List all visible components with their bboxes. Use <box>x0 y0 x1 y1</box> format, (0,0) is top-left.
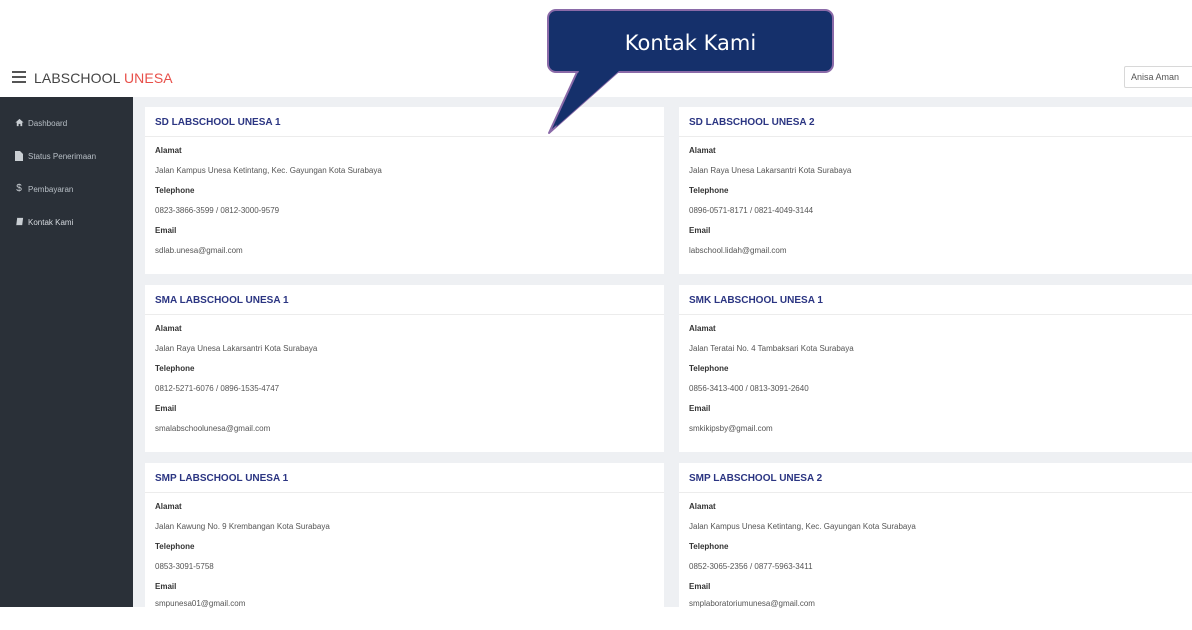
address-label: Alamat <box>689 502 716 511</box>
brand-main-text: LABSCHOOL <box>34 70 120 86</box>
email-label: Email <box>689 582 711 591</box>
sidebar-item-kontak-kami[interactable]: Kontak Kami <box>0 214 133 234</box>
user-menu-button[interactable]: Anisa Aman <box>1124 66 1192 88</box>
sidebar-item-label: Dashboard <box>28 119 68 128</box>
phone-label: Telephone <box>689 186 729 195</box>
email-value: labschool.lidah@gmail.com <box>689 246 787 255</box>
address-value: Jalan Kampus Unesa Ketintang, Kec. Gayun… <box>155 166 382 175</box>
address-value: Jalan Teratai No. 4 Tambaksari Kota Sura… <box>689 344 854 353</box>
brand-logo[interactable]: LABSCHOOL UNESA <box>34 70 173 86</box>
phone-label: Telephone <box>155 186 195 195</box>
card-divider <box>679 136 1192 137</box>
home-icon <box>14 118 24 128</box>
card-title: SMP LABSCHOOL UNESA 2 <box>689 473 823 484</box>
email-label: Email <box>689 404 711 413</box>
dollar-icon: $ <box>16 183 22 194</box>
email-label: Email <box>155 226 177 235</box>
address-label: Alamat <box>155 502 182 511</box>
school-card-smk-1: SMK LABSCHOOL UNESA 1 Alamat Jalan Terat… <box>679 285 1192 452</box>
card-title: SD LABSCHOOL UNESA 2 <box>689 117 815 128</box>
brand-accent-text: UNESA <box>123 70 173 86</box>
sidebar-item-pembayaran[interactable]: $ Pembayaran <box>0 181 133 201</box>
sidebar-item-label: Kontak Kami <box>28 218 74 227</box>
main-content: SD LABSCHOOL UNESA 1 Alamat Jalan Kampus… <box>133 97 1192 630</box>
card-title: SD LABSCHOOL UNESA 1 <box>155 117 281 128</box>
phone-label: Telephone <box>155 542 195 551</box>
card-divider <box>679 314 1192 315</box>
phone-value: 0896-0571-8171 / 0821-4049-3144 <box>689 206 814 215</box>
email-value: smalabschoolunesa@gmail.com <box>155 424 271 433</box>
card-title: SMK LABSCHOOL UNESA 1 <box>689 295 823 306</box>
email-value: sdlab.unesa@gmail.com <box>155 246 243 255</box>
address-label: Alamat <box>689 146 716 155</box>
hamburger-menu-icon[interactable] <box>12 71 26 83</box>
school-card-sma-1: SMA LABSCHOOL UNESA 1 Alamat Jalan Raya … <box>145 285 664 452</box>
phone-label: Telephone <box>155 364 195 373</box>
phone-value: 0856-3413-400 / 0813-3091-2640 <box>689 384 809 393</box>
address-value: Jalan Kawung No. 9 Krembangan Kota Surab… <box>155 522 330 531</box>
phone-label: Telephone <box>689 364 729 373</box>
file-icon <box>14 151 24 161</box>
card-title: SMA LABSCHOOL UNESA 1 <box>155 295 289 306</box>
callout-annotation: Kontak Kami <box>547 9 834 73</box>
phone-label: Telephone <box>689 542 729 551</box>
callout-text: Kontak Kami <box>624 31 757 55</box>
address-label: Alamat <box>689 324 716 333</box>
card-divider <box>145 492 664 493</box>
email-label: Email <box>155 404 177 413</box>
phone-value: 0853-3091-5758 <box>155 562 214 571</box>
address-value: Jalan Kampus Unesa Ketintang, Kec. Gayun… <box>689 522 916 531</box>
sidebar-item-label: Status Penerimaan <box>28 152 97 161</box>
email-value: smkikipsby@gmail.com <box>689 424 773 433</box>
card-divider <box>679 492 1192 493</box>
address-label: Alamat <box>155 324 182 333</box>
phone-value: 0812-5271-6076 / 0896-1535-4747 <box>155 384 280 393</box>
phone-value: 0852-3065-2356 / 0877-5963-3411 <box>689 562 813 571</box>
card-divider <box>145 136 664 137</box>
school-card-sd-2: SD LABSCHOOL UNESA 2 Alamat Jalan Raya U… <box>679 107 1192 274</box>
sidebar-item-dashboard[interactable]: Dashboard <box>0 115 133 135</box>
sidebar-item-status-penerimaan[interactable]: Status Penerimaan <box>0 148 133 168</box>
book-icon <box>14 217 24 227</box>
email-label: Email <box>689 226 711 235</box>
email-label: Email <box>155 582 177 591</box>
school-card-sd-1: SD LABSCHOOL UNESA 1 Alamat Jalan Kampus… <box>145 107 664 274</box>
card-divider <box>145 314 664 315</box>
sidebar-item-label: Pembayaran <box>28 185 74 194</box>
phone-value: 0823-3866-3599 / 0812-3000-9579 <box>155 206 280 215</box>
sidebar: Dashboard Status Penerimaan $ Pembayaran… <box>0 97 133 607</box>
school-card-smp-2: SMP LABSCHOOL UNESA 2 Alamat Jalan Kampu… <box>679 463 1192 630</box>
card-title: SMP LABSCHOOL UNESA 1 <box>155 473 289 484</box>
address-value: Jalan Raya Unesa Lakarsantri Kota Suraba… <box>689 166 852 175</box>
school-card-smp-1: SMP LABSCHOOL UNESA 1 Alamat Jalan Kawun… <box>145 463 664 630</box>
address-value: Jalan Raya Unesa Lakarsantri Kota Suraba… <box>155 344 318 353</box>
address-label: Alamat <box>155 146 182 155</box>
